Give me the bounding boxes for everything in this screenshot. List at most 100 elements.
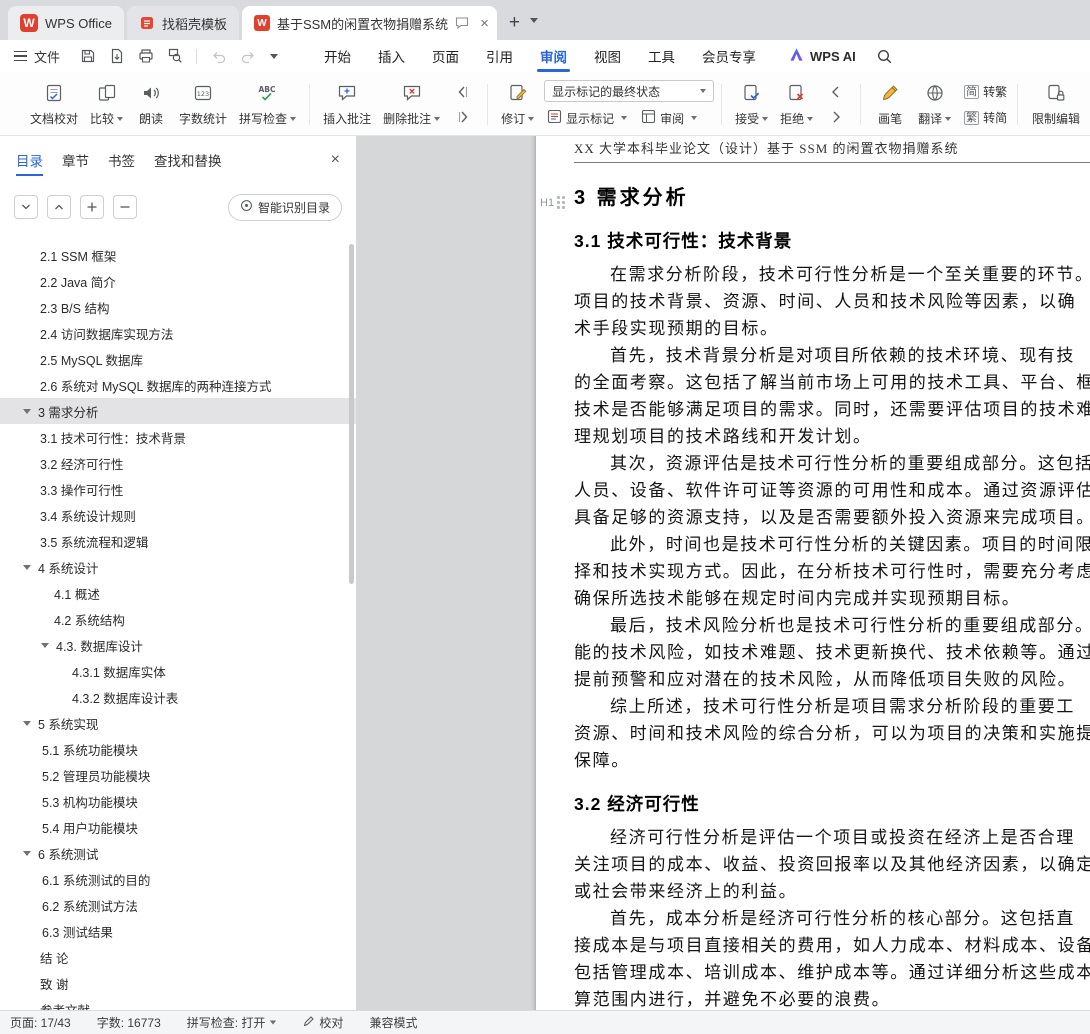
menu-item-tools[interactable]: 工具 (648, 40, 675, 72)
toc-item[interactable]: 4.3.2 数据库设计表 (0, 684, 356, 710)
reject-changes-button[interactable]: 拒绝 (774, 76, 819, 133)
wps-ai-button[interactable]: WPS AI (788, 46, 856, 66)
toc-item[interactable]: 3.4 系统设计规则 (0, 502, 356, 528)
toc-item[interactable]: 2.4 访问数据库实现方法 (0, 320, 356, 346)
search-icon[interactable] (876, 48, 893, 65)
menu-item-view[interactable]: 视图 (594, 40, 621, 72)
toc-item[interactable]: 结 论 (0, 944, 356, 970)
spell-check-status[interactable]: 拼写检查: 打开 (187, 1014, 278, 1031)
tab-docer-templates[interactable]: 找稻壳模板 (126, 6, 239, 40)
previous-comment-button[interactable] (449, 82, 477, 102)
export-pdf-icon[interactable] (109, 48, 125, 64)
traditional-to-simplified-button[interactable]: 繁 转简 (961, 107, 1010, 128)
close-tab-icon[interactable]: × (480, 16, 489, 31)
file-menu[interactable]: 文件 (14, 47, 60, 66)
toc-expand-arrow-icon[interactable] (41, 643, 49, 648)
show-markup-button[interactable]: 显示标记 (544, 107, 630, 129)
next-change-button[interactable] (822, 107, 850, 127)
toc-item[interactable]: 2.1 SSM 框架 (0, 242, 356, 268)
toc-item[interactable]: 5 系统实现 (0, 710, 356, 736)
spell-check-button[interactable]: ABC 拼写检查 (233, 76, 302, 133)
read-aloud-button[interactable]: 朗读 (129, 76, 173, 133)
sidebar-tab-find-replace[interactable]: 查找和替换 (154, 136, 222, 184)
more-commands-chevron-icon[interactable] (270, 53, 279, 59)
menu-item-insert[interactable]: 插入 (378, 40, 405, 72)
redo-icon[interactable] (240, 48, 257, 64)
toc-item[interactable]: 5.4 用户功能模块 (0, 814, 356, 840)
toc-expand-arrow-icon[interactable] (23, 565, 31, 570)
toc-item[interactable]: 6.2 系统测试方法 (0, 892, 356, 918)
toc-item[interactable]: 6 系统测试 (0, 840, 356, 866)
previous-change-button[interactable] (822, 82, 850, 102)
toc-item[interactable]: 3 需求分析 (0, 398, 356, 424)
menu-item-review[interactable]: 审阅 (537, 40, 571, 72)
delete-comment-button[interactable]: 删除批注 (377, 76, 446, 133)
sidebar-tab-toc[interactable]: 目录 (16, 136, 43, 184)
toc-expand-arrow-icon[interactable] (23, 851, 31, 856)
toc-item[interactable]: 2.2 Java 简介 (0, 268, 356, 294)
toc-item[interactable]: 5.3 机构功能模块 (0, 788, 356, 814)
collapse-all-button[interactable] (47, 195, 71, 219)
toc-expand-arrow-icon[interactable] (23, 721, 31, 726)
toc-item[interactable]: 6.3 测试结果 (0, 918, 356, 944)
compatibility-mode-indicator[interactable]: 兼容模式 (369, 1014, 417, 1031)
comment-bubble-icon[interactable] (455, 16, 469, 30)
menu-item-member[interactable]: 会员专享 (702, 40, 756, 72)
close-pane-icon[interactable]: × (331, 152, 340, 168)
proofread-status[interactable]: 校对 (303, 1014, 343, 1031)
document-canvas[interactable]: XX 大学本科毕业论文（设计）基于 SSM 的闲置衣物捐赠系统 H1 3 需求分析… (357, 136, 1090, 1010)
review-pane-button[interactable]: 审阅 (638, 107, 700, 129)
menu-item-home[interactable]: 开始 (324, 40, 351, 72)
restrict-editing-button[interactable]: 限制编辑 (1026, 76, 1086, 133)
accept-changes-button[interactable]: 接受 (729, 76, 774, 133)
toc-item[interactable]: 致 谢 (0, 970, 356, 996)
translate-button[interactable]: 翻译 (912, 76, 957, 133)
heading-drag-handle[interactable]: H1 (540, 190, 566, 216)
toc-item[interactable]: 4.3.1 数据库实体 (0, 658, 356, 684)
tab-wps-office[interactable]: W WPS Office (8, 6, 124, 40)
simplified-to-traditional-button[interactable]: 简 转繁 (961, 81, 1010, 102)
smart-toc-button[interactable]: 智能识别目录 (227, 193, 342, 221)
toc-item[interactable]: 6.1 系统测试的目的 (0, 866, 356, 892)
next-comment-button[interactable] (449, 107, 477, 127)
page-indicator[interactable]: 页面: 17/43 (10, 1014, 71, 1031)
toc-item[interactable]: 4.1 概述 (0, 580, 356, 606)
toc-item[interactable]: 2.5 MySQL 数据库 (0, 346, 356, 372)
track-changes-button[interactable]: 修订 (495, 76, 540, 133)
sidebar-scrollbar[interactable] (349, 244, 354, 584)
toc-expand-arrow-icon[interactable] (23, 409, 31, 414)
toc-item[interactable]: 5.2 管理员功能模块 (0, 762, 356, 788)
menu-item-reference[interactable]: 引用 (486, 40, 513, 72)
toc-item[interactable]: 3.1 技术可行性：技术背景 (0, 424, 356, 450)
new-tab-button[interactable]: + (509, 13, 520, 32)
tab-document[interactable]: W 基于SSM的闲置衣物捐赠系统 × (241, 6, 497, 40)
toc-item[interactable]: 参考文献 (0, 996, 356, 1011)
expand-all-button[interactable] (14, 195, 38, 219)
toc-item[interactable]: 5.1 系统功能模块 (0, 736, 356, 762)
markup-state-select[interactable]: 显示标记的最终状态 (544, 80, 715, 102)
word-count-button[interactable]: 123 字数统计 (173, 76, 233, 133)
zoom-out-outline-button[interactable] (113, 195, 137, 219)
toc-item[interactable]: 4.2 系统结构 (0, 606, 356, 632)
print-icon[interactable] (138, 48, 154, 64)
sidebar-tab-chapters[interactable]: 章节 (62, 136, 89, 184)
toc-item[interactable]: 3.2 经济可行性 (0, 450, 356, 476)
save-icon[interactable] (80, 48, 96, 64)
doc-proofread-button[interactable]: 文档校对 (24, 76, 84, 133)
tab-list-chevron-icon[interactable] (530, 10, 539, 28)
toc-item[interactable]: 4.3. 数据库设计 (0, 632, 356, 658)
sidebar-tab-bookmarks[interactable]: 书签 (108, 136, 135, 184)
word-count-indicator[interactable]: 字数: 16773 (97, 1014, 161, 1031)
document-page[interactable]: XX 大学本科毕业论文（设计）基于 SSM 的闲置衣物捐赠系统 H1 3 需求分析… (536, 136, 1090, 1010)
toc-item[interactable]: 3.5 系统流程和逻辑 (0, 528, 356, 554)
zoom-in-outline-button[interactable] (80, 195, 104, 219)
print-preview-icon[interactable] (167, 48, 183, 64)
pen-button[interactable]: 画笔 (868, 76, 912, 133)
toc-item[interactable]: 4 系统设计 (0, 554, 356, 580)
menu-item-page-layout[interactable]: 页面 (432, 40, 459, 72)
toc-item[interactable]: 2.6 系统对 MySQL 数据库的两种连接方式 (0, 372, 356, 398)
toc-item[interactable]: 2.3 B/S 结构 (0, 294, 356, 320)
insert-comment-button[interactable]: 插入批注 (317, 76, 377, 133)
compare-button[interactable]: 比较 (84, 76, 129, 133)
undo-icon[interactable] (210, 48, 227, 64)
